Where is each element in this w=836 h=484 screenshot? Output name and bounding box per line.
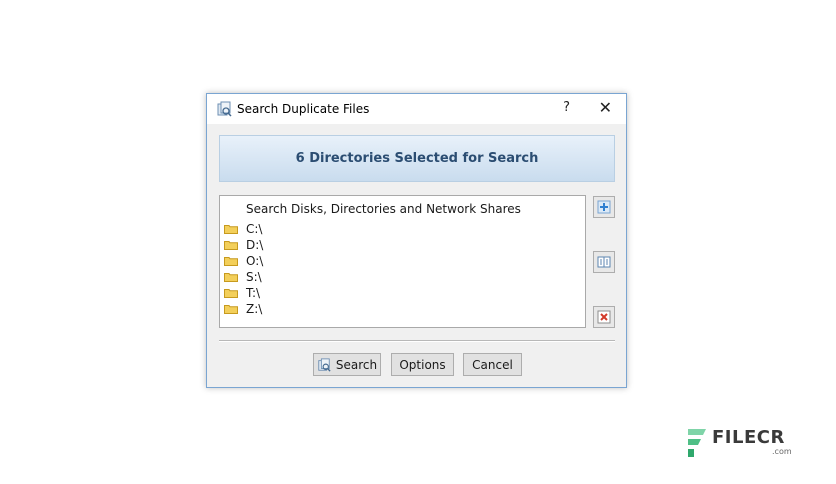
edit-icon bbox=[597, 256, 611, 268]
folder-icon bbox=[224, 289, 238, 298]
directory-list[interactable]: Search Disks, Directories and Network Sh… bbox=[219, 195, 586, 328]
watermark-brand: FILECR bbox=[712, 427, 785, 448]
app-icon bbox=[217, 101, 232, 117]
options-button[interactable]: Options bbox=[391, 353, 454, 376]
search-icon bbox=[318, 357, 331, 372]
list-header: Search Disks, Directories and Network Sh… bbox=[246, 202, 521, 216]
search-duplicate-files-dialog: Search Duplicate Files ? ✕ 6 Directories… bbox=[206, 93, 627, 388]
list-item[interactable]: D:\ bbox=[224, 237, 263, 253]
folder-icon bbox=[224, 305, 238, 314]
folder-icon bbox=[224, 273, 238, 282]
remove-icon bbox=[597, 310, 611, 324]
list-item[interactable]: O:\ bbox=[224, 253, 263, 269]
remove-directory-button[interactable] bbox=[593, 306, 615, 328]
search-button-label: Search bbox=[335, 357, 378, 372]
list-item[interactable]: C:\ bbox=[224, 221, 262, 237]
folder-icon bbox=[224, 225, 238, 234]
selection-banner: 6 Directories Selected for Search bbox=[219, 135, 615, 182]
edit-directories-button[interactable] bbox=[593, 251, 615, 273]
banner-text: 6 Directories Selected for Search bbox=[295, 151, 539, 166]
list-item-label: O:\ bbox=[246, 254, 264, 268]
list-item-label: C:\ bbox=[246, 222, 263, 236]
list-item[interactable]: Z:\ bbox=[224, 301, 262, 317]
list-item-label: D:\ bbox=[246, 238, 264, 252]
folder-icon bbox=[224, 257, 238, 266]
cancel-button-label: Cancel bbox=[472, 357, 513, 372]
add-icon bbox=[597, 200, 611, 214]
options-button-label: Options bbox=[399, 357, 446, 372]
list-item-label: Z:\ bbox=[246, 302, 263, 316]
help-button[interactable]: ? bbox=[563, 100, 570, 115]
cancel-button[interactable]: Cancel bbox=[463, 353, 522, 376]
separator bbox=[219, 340, 615, 342]
folder-icon bbox=[224, 241, 238, 250]
add-directory-button[interactable] bbox=[593, 196, 615, 218]
watermark-domain: .com bbox=[772, 447, 792, 456]
search-button[interactable]: Search bbox=[313, 353, 381, 376]
filecr-watermark: FILECR .com bbox=[686, 425, 796, 461]
list-item[interactable]: S:\ bbox=[224, 269, 262, 285]
title-bar[interactable]: Search Duplicate Files ? ✕ bbox=[207, 94, 626, 124]
list-item[interactable]: T:\ bbox=[224, 285, 260, 301]
filecr-logo-icon bbox=[688, 429, 706, 457]
close-button[interactable]: ✕ bbox=[599, 98, 612, 117]
window-title: Search Duplicate Files bbox=[237, 102, 370, 116]
list-item-label: T:\ bbox=[246, 286, 261, 300]
list-item-label: S:\ bbox=[246, 270, 262, 284]
